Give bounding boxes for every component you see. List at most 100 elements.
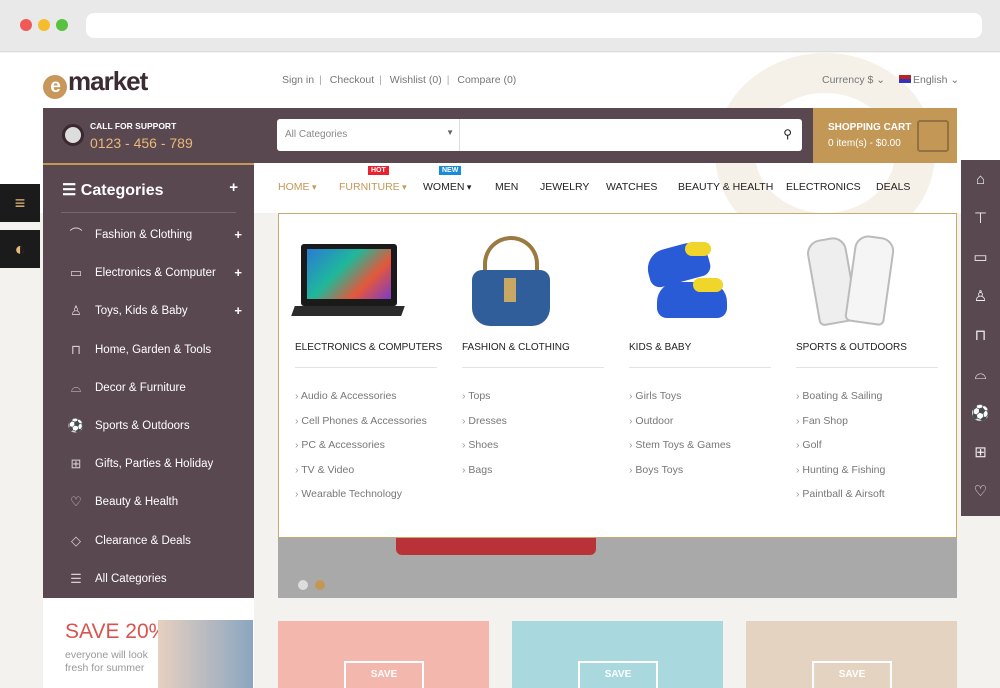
tile-save-label: SAVE bbox=[578, 661, 658, 688]
close-dot[interactable] bbox=[20, 19, 32, 31]
mega-link[interactable]: Golf bbox=[796, 439, 885, 464]
sidebar-item[interactable]: ⊞ Gifts, Parties & Holiday bbox=[43, 446, 254, 484]
sidebar-item[interactable]: ⌒ Fashion & Clothing + bbox=[43, 217, 254, 255]
divider bbox=[796, 367, 938, 368]
mega-link[interactable]: Boys Toys bbox=[629, 464, 731, 489]
shopping-cart[interactable]: SHOPPING CART 0 item(s) - $0.00 bbox=[813, 108, 957, 163]
mega-column-heading[interactable]: ELECTRONICS & COMPUTERS bbox=[295, 342, 442, 353]
nav-item[interactable]: ELECTRONICS bbox=[786, 181, 861, 193]
sidebar-item-label: Decor & Furniture bbox=[95, 381, 186, 394]
minimize-dot[interactable] bbox=[38, 19, 50, 31]
sidebar-item-label: Fashion & Clothing bbox=[95, 229, 193, 241]
nav-item[interactable]: MEN bbox=[495, 181, 518, 193]
right-quickbar: ⌂ ⊤ ▭ ♙ ⊓ ⌓ ⚽ ⊞ ♡ bbox=[961, 160, 1000, 516]
slider-dot-active[interactable] bbox=[315, 580, 325, 590]
hero-slider[interactable] bbox=[278, 535, 957, 598]
maximize-dot[interactable] bbox=[56, 19, 68, 31]
language-selector[interactable]: English ⌄ bbox=[899, 74, 959, 86]
mega-link[interactable]: Tops bbox=[462, 390, 507, 415]
mega-link[interactable]: Hunting & Fishing bbox=[796, 464, 885, 489]
nav-item[interactable]: WATCHES bbox=[606, 181, 657, 193]
plus-icon[interactable]: + bbox=[234, 227, 242, 242]
currency-selector[interactable]: Currency $ ⌄ bbox=[822, 74, 885, 86]
search-input[interactable] bbox=[461, 120, 761, 150]
divider bbox=[629, 367, 771, 368]
nav-item[interactable]: WOMEN ▾ NEW bbox=[423, 166, 471, 193]
sidebar-item[interactable]: ♙ Toys, Kids & Baby + bbox=[43, 293, 254, 331]
address-bar[interactable] bbox=[86, 13, 982, 38]
nav-badge: NEW bbox=[439, 166, 462, 175]
chevron-down-icon: ⌄ bbox=[876, 74, 886, 86]
mega-link[interactable]: Fan Shop bbox=[796, 415, 885, 440]
nav-item-label: HOME bbox=[278, 181, 310, 193]
mega-link[interactable]: Paintball & Airsoft bbox=[796, 488, 885, 513]
sidebar-item[interactable]: ⌓ Decor & Furniture bbox=[43, 370, 254, 408]
plus-icon[interactable]: + bbox=[229, 179, 238, 196]
nav-item[interactable]: DEALS bbox=[876, 181, 910, 193]
promo-tile[interactable]: SAVE bbox=[746, 621, 957, 688]
mega-column-heading[interactable]: FASHION & CLOTHING bbox=[462, 342, 570, 353]
nav-item[interactable]: HOME ▾ bbox=[278, 181, 317, 193]
mega-link[interactable]: Outdoor bbox=[629, 415, 731, 440]
mega-link[interactable]: Dresses bbox=[462, 415, 507, 440]
contrast-icon[interactable]: ◐ bbox=[0, 230, 40, 268]
mega-link[interactable]: PC & Accessories bbox=[295, 439, 427, 464]
mega-link[interactable]: Cell Phones & Accessories bbox=[295, 415, 426, 440]
settings-sliders-icon[interactable]: ≡ bbox=[0, 184, 40, 222]
tag-icon[interactable]: ⌂ bbox=[961, 160, 1000, 199]
product-image[interactable] bbox=[627, 232, 737, 332]
compare-link[interactable]: Compare (0) bbox=[457, 74, 516, 86]
mega-link[interactable]: Girls Toys bbox=[629, 390, 731, 415]
mega-link[interactable]: Bags bbox=[462, 464, 507, 489]
plus-icon[interactable]: + bbox=[234, 265, 242, 280]
wishlist-link[interactable]: Wishlist (0) bbox=[390, 74, 442, 86]
nav-item[interactable]: JEWELRY bbox=[540, 181, 589, 193]
category-select[interactable]: All Categories ▼ bbox=[277, 119, 460, 151]
sidebar-item[interactable]: ◇ Clearance & Deals bbox=[43, 523, 254, 561]
heart-icon[interactable]: ♡ bbox=[961, 472, 1000, 511]
mega-column-heading[interactable]: SPORTS & OUTDOORS bbox=[796, 342, 907, 353]
sign-in-link[interactable]: Sign in bbox=[282, 74, 314, 86]
product-image[interactable] bbox=[291, 232, 405, 332]
promo-banner[interactable]: SAVE 20% everyone will look fresh for su… bbox=[43, 598, 254, 688]
mega-link[interactable]: Stem Toys & Games bbox=[629, 439, 731, 464]
product-image[interactable] bbox=[794, 232, 904, 332]
nav-item[interactable]: FURNITURE ▾ HOT bbox=[339, 166, 407, 193]
checkout-link[interactable]: Checkout bbox=[330, 74, 374, 86]
promo-tile[interactable]: SAVE bbox=[512, 621, 723, 688]
paint-roller-icon[interactable]: ⊓ bbox=[961, 316, 1000, 355]
slider-dot[interactable] bbox=[298, 580, 308, 590]
support-label: CALL FOR SUPPORT bbox=[90, 121, 177, 131]
promo-tile[interactable]: SAVE bbox=[278, 621, 489, 688]
sidebar-item-label: Beauty & Health bbox=[95, 496, 179, 509]
plus-icon[interactable]: + bbox=[234, 303, 242, 318]
sidebar-item[interactable]: ♡ Beauty & Health bbox=[43, 484, 254, 522]
mega-link[interactable]: Shoes bbox=[462, 439, 507, 464]
sidebar-item[interactable]: ⚽ Sports & Outdoors bbox=[43, 408, 254, 446]
category-list: ⌒ Fashion & Clothing + ▭ Electronics & Compu… bbox=[43, 217, 254, 599]
cart-summary: 0 item(s) - $0.00 bbox=[828, 138, 901, 149]
logo-text: market bbox=[68, 66, 148, 96]
sidebar-item[interactable]: ▭ Electronics & Computer + bbox=[43, 255, 254, 293]
search-icon[interactable]: ⚲ bbox=[783, 127, 792, 141]
mega-column-heading[interactable]: KIDS & BABY bbox=[629, 342, 691, 353]
language-label: English bbox=[913, 74, 948, 86]
shirt-icon[interactable]: ⊤ bbox=[961, 199, 1000, 238]
mega-link[interactable]: Audio & Accessories bbox=[295, 390, 427, 415]
onesie-icon[interactable]: ♙ bbox=[961, 277, 1000, 316]
sidebar-item-label: Clearance & Deals bbox=[95, 534, 191, 547]
soccer-ball-icon[interactable]: ⚽ bbox=[961, 394, 1000, 433]
support-phone[interactable]: 0123 - 456 - 789 bbox=[90, 135, 193, 151]
mega-link[interactable]: TV & Video bbox=[295, 464, 427, 489]
monitor-icon[interactable]: ▭ bbox=[961, 238, 1000, 277]
mega-link[interactable]: Boating & Sailing bbox=[796, 390, 885, 415]
sidebar-item[interactable]: ⊓ Home, Garden & Tools bbox=[43, 332, 254, 370]
sofa-icon[interactable]: ⌓ bbox=[961, 355, 1000, 394]
site-logo[interactable]: e market bbox=[43, 66, 148, 99]
nav-item[interactable]: BEAUTY & HEALTH bbox=[678, 181, 773, 193]
gift-icon[interactable]: ⊞ bbox=[961, 433, 1000, 472]
mega-link[interactable]: Wearable Technology bbox=[295, 488, 427, 513]
product-image[interactable] bbox=[460, 232, 570, 332]
sidebar-item-label: Home, Garden & Tools bbox=[95, 343, 212, 356]
sidebar-item[interactable]: ☰ All Categories bbox=[43, 561, 254, 599]
